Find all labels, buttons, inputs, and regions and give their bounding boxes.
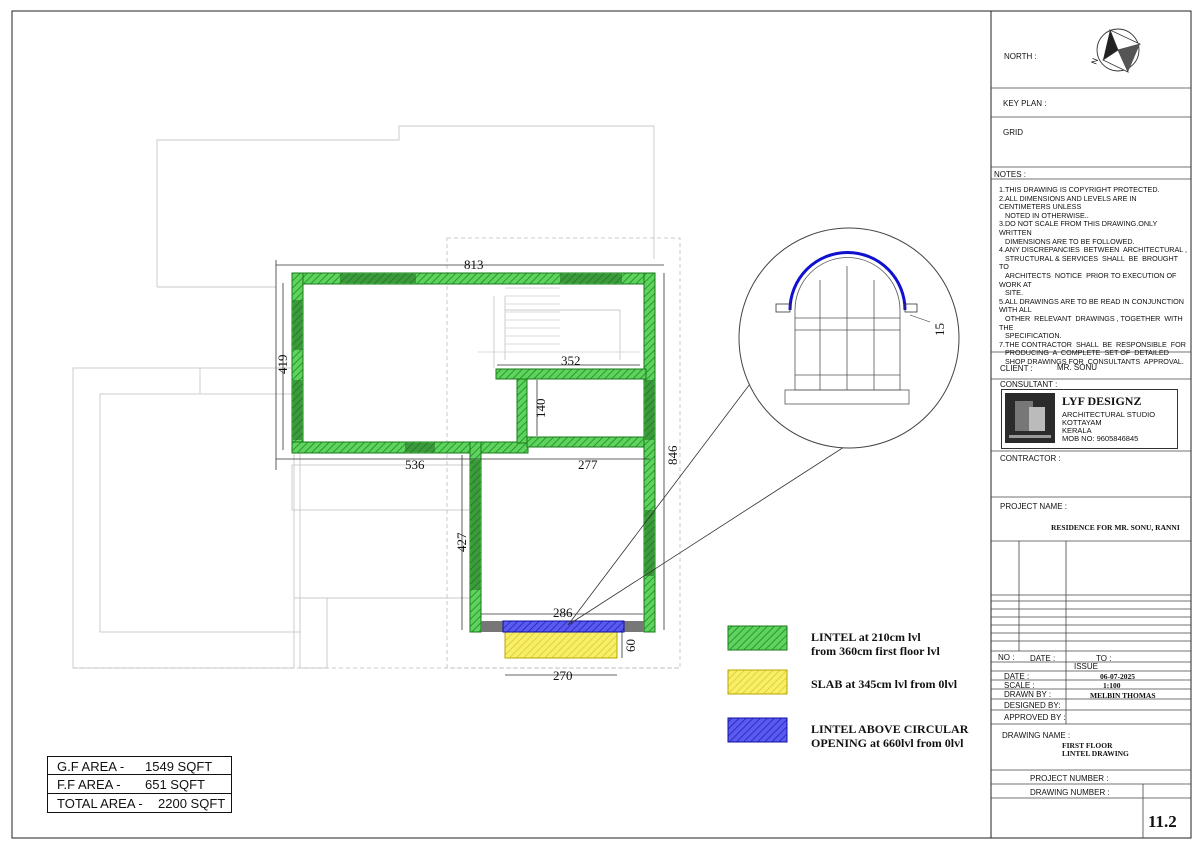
dim-536: 536	[405, 457, 425, 472]
legend-line: OPENING at 660lvl from 0lvl	[811, 736, 964, 750]
area-label: G.F AREA -	[57, 759, 125, 774]
slab-yellow	[504, 631, 618, 659]
dim-846: 846	[665, 445, 680, 465]
drawn-by-label: DRAWN BY :	[1004, 690, 1052, 699]
firm-line: MOB NO: 9605846845	[1062, 434, 1139, 443]
sheet-number: 11.2	[1148, 812, 1177, 831]
project-name-label: PROJECT NAME :	[1000, 502, 1067, 511]
scale-value: 1:100	[1103, 681, 1121, 690]
drawing-name-label: DRAWING NAME :	[1002, 731, 1071, 740]
legend-line: from 360cm first floor lvl	[811, 644, 940, 658]
dim-427: 427	[454, 532, 469, 552]
area-row-first-floor: F.F AREA - 651 SQFT	[47, 775, 232, 794]
area-value: 651 SQFT	[145, 777, 205, 792]
area-row-ground-floor: G.F AREA - 1549 SQFT	[47, 756, 232, 775]
legend-swatch-green	[727, 625, 788, 651]
area-row-total: TOTAL AREA - 2200 SQFT	[47, 794, 232, 813]
dim-270: 270	[553, 668, 573, 683]
notes-label: NOTES :	[994, 170, 1027, 179]
client-value: MR. SONU	[1057, 363, 1097, 372]
dim-277: 277	[578, 457, 598, 472]
firm-name: LYF DESIGNZ	[1062, 394, 1142, 408]
window-detail-callout	[738, 227, 960, 449]
area-label: TOTAL AREA -	[57, 796, 143, 811]
area-label: F.F AREA -	[57, 777, 121, 792]
dim-419: 419	[275, 355, 290, 375]
issue-label: ISSUE	[1074, 662, 1099, 671]
firm-logo-icon	[1005, 393, 1055, 443]
legend-label-blue: LINTEL ABOVE CIRCULAR OPENING at 660lvl …	[811, 722, 968, 750]
approved-by-label: APPROVED BY :	[1004, 713, 1066, 722]
area-value: 1549 SQFT	[145, 759, 213, 774]
dim-140: 140	[533, 399, 548, 419]
legend-line: SLAB at 345cm lvl from 0lvl	[811, 677, 958, 691]
drawing-name-line2: LINTEL DRAWING	[1062, 749, 1129, 758]
consultant-logo-box: LYF DESIGNZ ARCHITECTURAL STUDIO KOTTAYA…	[1001, 389, 1178, 449]
project-number-label: PROJECT NUMBER :	[1030, 774, 1109, 783]
stair-treads	[478, 287, 640, 353]
dim-352: 352	[561, 353, 581, 368]
area-value: 2200 SQFT	[158, 796, 226, 811]
ground-floor-outline	[72, 125, 655, 669]
designed-by-label: DESIGNED BY:	[1004, 701, 1061, 710]
legend-line: LINTEL ABOVE CIRCULAR	[811, 722, 969, 736]
legend-swatch-yellow	[727, 669, 788, 695]
note-line: 2.ALL DIMENSIONS AND LEVELS ARE IN CENTI…	[999, 193, 1139, 212]
note-line: 5.ALL DRAWINGS ARE TO BE READ IN CONJUNC…	[999, 296, 1186, 315]
scale-label: SCALE :	[1004, 681, 1035, 690]
contractor-label: CONTRACTOR :	[1000, 454, 1061, 463]
north-label: NORTH :	[1004, 52, 1037, 61]
key-plan-label: KEY PLAN :	[1003, 99, 1047, 108]
consultant-label: CONSULTANT :	[1000, 380, 1058, 389]
dim-813: 813	[464, 257, 484, 272]
legend-label-yellow: SLAB at 345cm lvl from 0lvl	[811, 677, 957, 691]
drawn-by-value: MELBIN THOMAS	[1090, 691, 1156, 700]
note-line: OTHER RELEVANT DRAWINGS , TOGETHER WITH …	[999, 313, 1187, 332]
dim-60: 60	[623, 639, 638, 652]
dim-286: 286	[553, 605, 573, 620]
note-line: STRUCTURAL & SERVICES SHALL BE BROUGHT T…	[999, 253, 1182, 272]
date-label: DATE :	[1004, 672, 1030, 681]
legend-swatch-blue	[727, 717, 788, 743]
legend-line: LINTEL at 210cm lvl	[811, 630, 921, 644]
note-line: 3.DO NOT SCALE FROM THIS DRAWING.ONLY WR…	[999, 219, 1160, 237]
detail-dim-15: 15	[932, 323, 947, 336]
date-value: 06-07-2025	[1100, 672, 1135, 681]
legend-label-green: LINTEL at 210cm lvl from 360cm first flo…	[811, 630, 940, 658]
area-table: G.F AREA - 1549 SQFT F.F AREA - 651 SQFT…	[47, 756, 232, 813]
lintel-circular-blue	[502, 620, 625, 633]
wall-stub-right	[624, 621, 644, 632]
grid-label: GRID	[1003, 128, 1023, 137]
drawing-number-label: DRAWING NUMBER :	[1030, 788, 1110, 797]
notes-list: 1.THIS DRAWING IS COPYRIGHT PROTECTED. 2…	[999, 185, 1189, 366]
revision-date-label: DATE :	[1030, 654, 1056, 663]
north-arrow-icon	[1096, 28, 1142, 73]
project-name-value: RESIDENCE FOR MR. SONU, RANNI	[1051, 523, 1180, 532]
note-line: ARCHITECTS NOTICE PRIOR TO EXECUTION OF …	[999, 270, 1179, 289]
dark-wall-segments	[293, 274, 654, 590]
revision-no-label: NO :	[998, 653, 1015, 662]
wall-stub-left	[481, 621, 503, 632]
revision-to-label: TO :	[1096, 654, 1112, 663]
client-label: CLIENT :	[1000, 364, 1033, 373]
